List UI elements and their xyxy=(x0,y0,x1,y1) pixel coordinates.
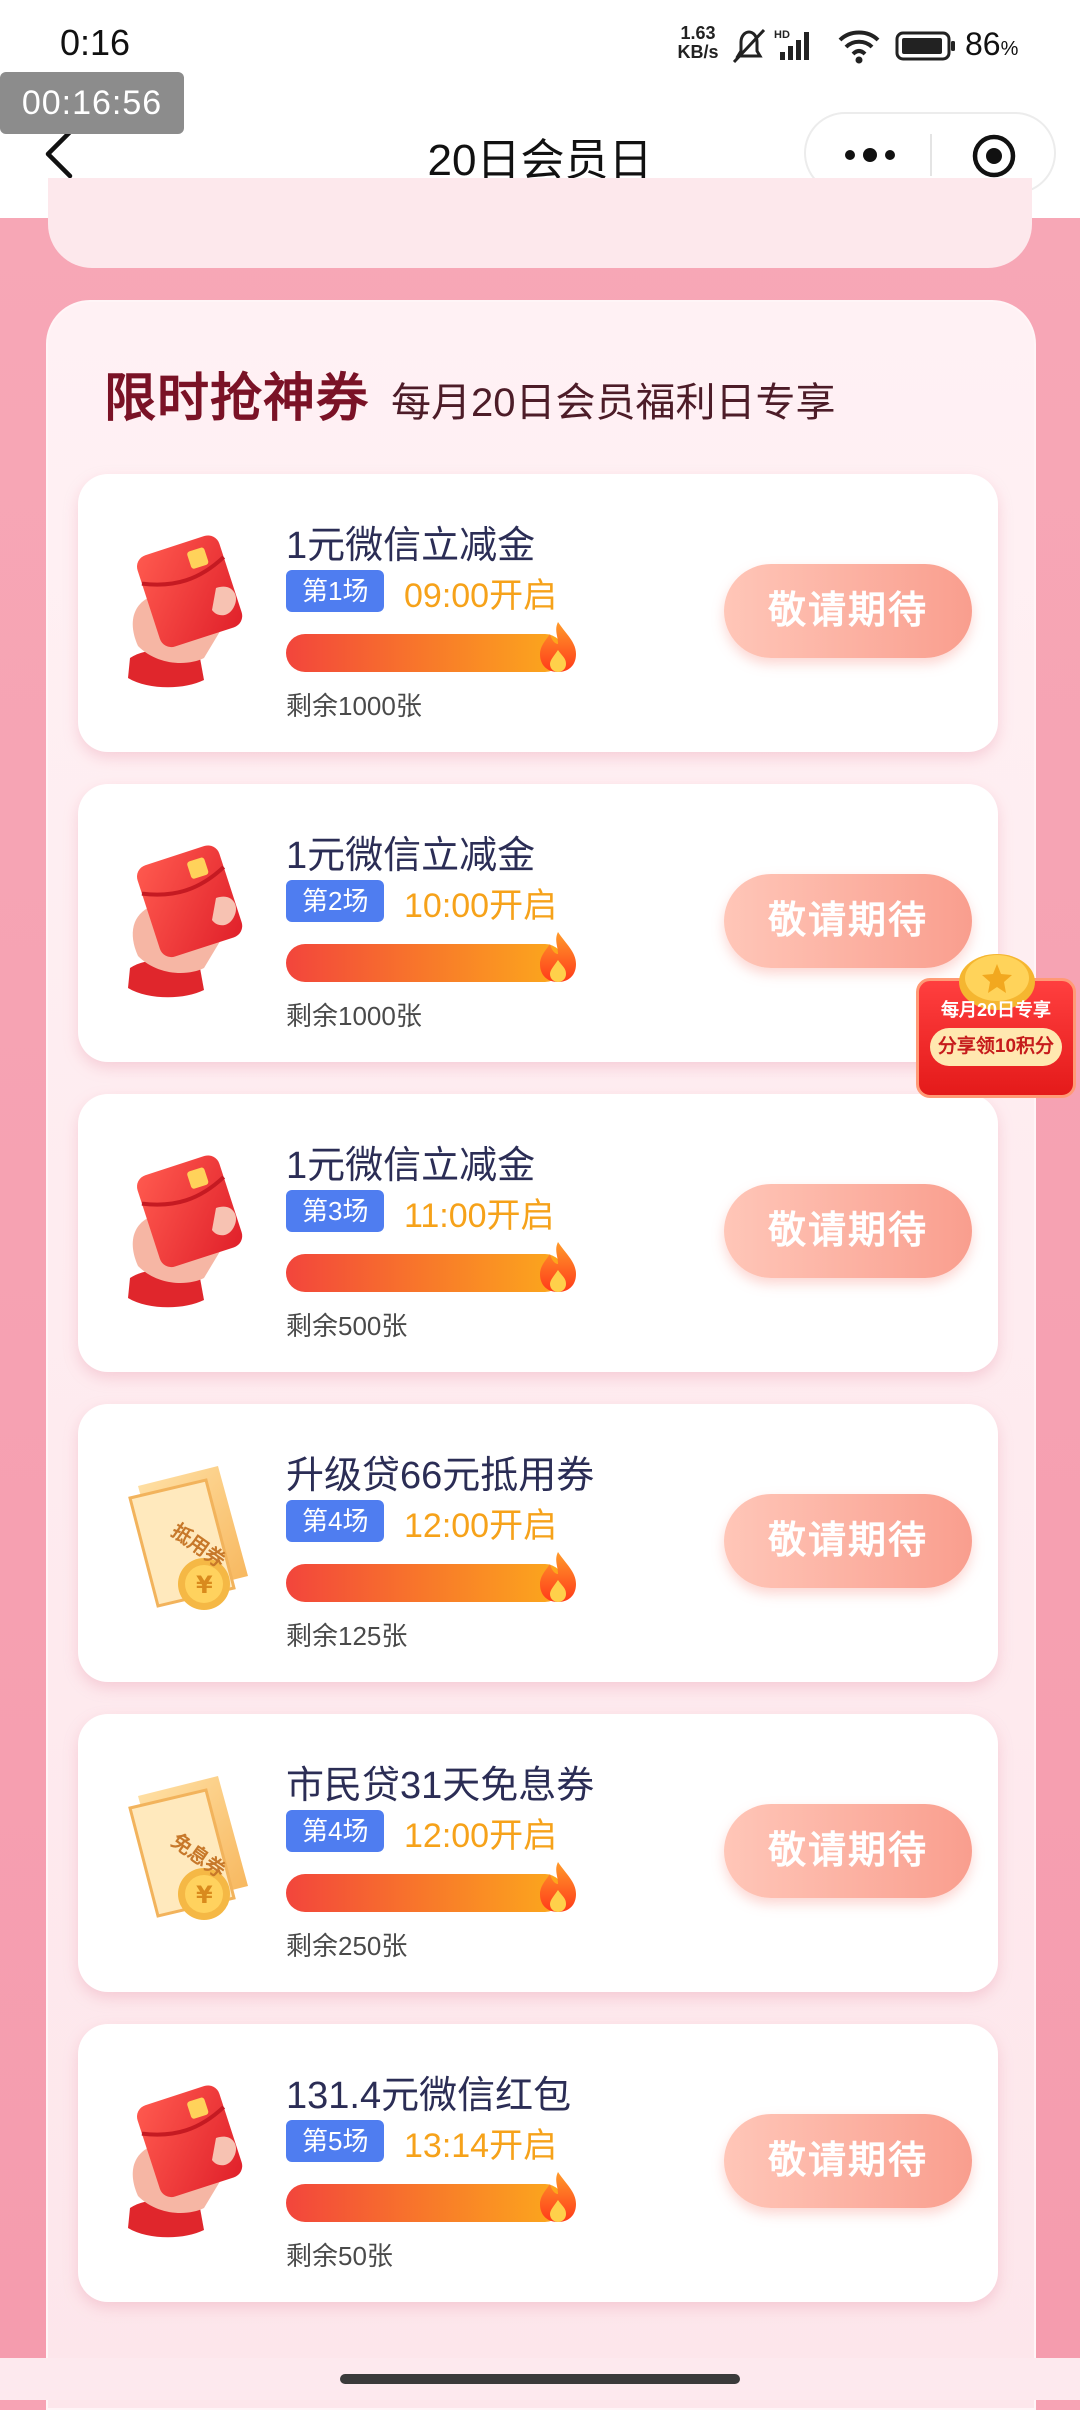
page-body: 限时抢神券 每月20日会员福利日专享 1元微信立减金 第1场 09:00开启 剩… xyxy=(0,178,1080,2410)
coupon-name: 市民贷31天免息券 xyxy=(286,1765,595,1807)
home-indicator[interactable] xyxy=(340,2374,740,2384)
stock-progress-bar xyxy=(286,634,564,672)
coupon-card: 1元微信立减金 第3场 11:00开启 剩余500张 敬请期待 xyxy=(78,1094,998,1372)
coupon-name: 131.4元微信红包 xyxy=(286,2075,572,2117)
stock-progress-bar xyxy=(286,1254,564,1292)
voucher-ticket-icon: 抵用券 xyxy=(128,1464,250,1612)
red-envelope-icon xyxy=(126,2080,248,2240)
red-envelope-icon xyxy=(126,1150,248,1310)
battery-value: 86 xyxy=(965,26,1001,62)
capsule-divider xyxy=(930,134,932,176)
battery-unit: % xyxy=(1000,38,1019,60)
remaining-count: 剩余1000张 xyxy=(286,691,422,721)
battery-percent: 86% xyxy=(965,26,1018,63)
signal-icon: HD xyxy=(774,29,809,60)
flame-icon xyxy=(540,622,576,672)
net-speed-value: 1.63 xyxy=(680,23,716,43)
stock-progress-bar xyxy=(286,1564,564,1602)
coupon-card: 免息券 市民贷31天免息券 第4场 12:00开启 剩余250张 敬请期待 xyxy=(78,1714,998,1992)
flame-icon xyxy=(540,2172,576,2222)
remaining-count: 剩余250张 xyxy=(286,1931,408,1961)
coming-soon-button[interactable]: 敬请期待 xyxy=(724,2114,972,2208)
round-badge: 第5场 xyxy=(286,2120,385,2162)
voucher-ticket-icon: 免息券 xyxy=(128,1774,250,1922)
round-badge: 第4场 xyxy=(286,1810,385,1852)
battery-icon xyxy=(895,31,955,61)
section-title: 限时抢神券 xyxy=(104,370,370,428)
net-speed-unit: KB/s xyxy=(677,42,719,62)
net-speed: 1.63 KB/s xyxy=(672,24,724,62)
share-points-float[interactable]: 每月20日专享 分享领10积分 xyxy=(916,948,1076,1098)
remaining-count: 剩余50张 xyxy=(286,2241,393,2271)
remaining-count: 剩余500张 xyxy=(286,1311,408,1341)
flame-icon xyxy=(540,1862,576,1912)
open-time: 10:00开启 xyxy=(404,887,558,925)
previous-section-card xyxy=(48,178,1032,268)
svg-text:HD: HD xyxy=(774,29,790,41)
flame-icon xyxy=(540,1242,576,1292)
red-envelope-icon xyxy=(126,530,248,690)
share-line2: 分享领10积分 xyxy=(930,1028,1062,1066)
open-time: 12:00开启 xyxy=(404,1507,558,1545)
open-time: 11:00开启 xyxy=(404,1197,555,1235)
coupon-name: 1元微信立减金 xyxy=(286,835,536,877)
coupon-name: 1元微信立减金 xyxy=(286,525,536,567)
round-badge: 第3场 xyxy=(286,1190,385,1232)
round-badge: 第1场 xyxy=(286,570,385,612)
remaining-count: 剩余1000张 xyxy=(286,1001,422,1031)
coupon-name: 升级贷66元抵用券 xyxy=(286,1455,595,1497)
recording-timer: 00:16:56 xyxy=(0,72,184,134)
open-time: 13:14开启 xyxy=(404,2127,558,2165)
status-time: 0:16 xyxy=(60,22,131,63)
mute-bell-icon xyxy=(732,28,766,64)
coupon-card: 1元微信立减金 第2场 10:00开启 剩余1000张 敬请期待 xyxy=(78,784,998,1062)
close-target-icon[interactable] xyxy=(970,132,1018,180)
section-header: 限时抢神券 每月20日会员福利日专享 xyxy=(104,356,836,428)
stock-progress-bar xyxy=(286,2184,564,2222)
stock-progress-bar xyxy=(286,944,564,982)
coming-soon-button[interactable]: 敬请期待 xyxy=(724,1804,972,1898)
open-time: 12:00开启 xyxy=(404,1817,558,1855)
section-subtitle: 每月20日会员福利日专享 xyxy=(391,381,836,425)
more-icon[interactable] xyxy=(840,138,900,172)
flame-icon xyxy=(540,1552,576,1602)
wifi-icon xyxy=(838,30,880,64)
coming-soon-button[interactable]: 敬请期待 xyxy=(724,564,972,658)
coming-soon-button[interactable]: 敬请期待 xyxy=(724,1494,972,1588)
stock-progress-bar xyxy=(286,1874,564,1912)
red-envelope-icon xyxy=(126,840,248,1000)
share-line1: 每月20日专享 xyxy=(940,1000,1052,1020)
home-area xyxy=(0,2358,1080,2400)
coupon-card: 1元微信立减金 第1场 09:00开启 剩余1000张 敬请期待 xyxy=(78,474,998,752)
remaining-count: 剩余125张 xyxy=(286,1621,408,1651)
coming-soon-button[interactable]: 敬请期待 xyxy=(724,1184,972,1278)
open-time: 09:00开启 xyxy=(404,577,558,615)
status-icons: HD xyxy=(732,28,955,64)
coupon-card: 抵用券 升级贷66元抵用券 第4场 12:00开启 剩余125张 敬请期待 xyxy=(78,1404,998,1682)
coupon-name: 1元微信立减金 xyxy=(286,1145,536,1187)
round-badge: 第4场 xyxy=(286,1500,385,1542)
flame-icon xyxy=(540,932,576,982)
coupon-card: 131.4元微信红包 第5场 13:14开启 剩余50张 敬请期待 xyxy=(78,2024,998,2302)
round-badge: 第2场 xyxy=(286,880,385,922)
